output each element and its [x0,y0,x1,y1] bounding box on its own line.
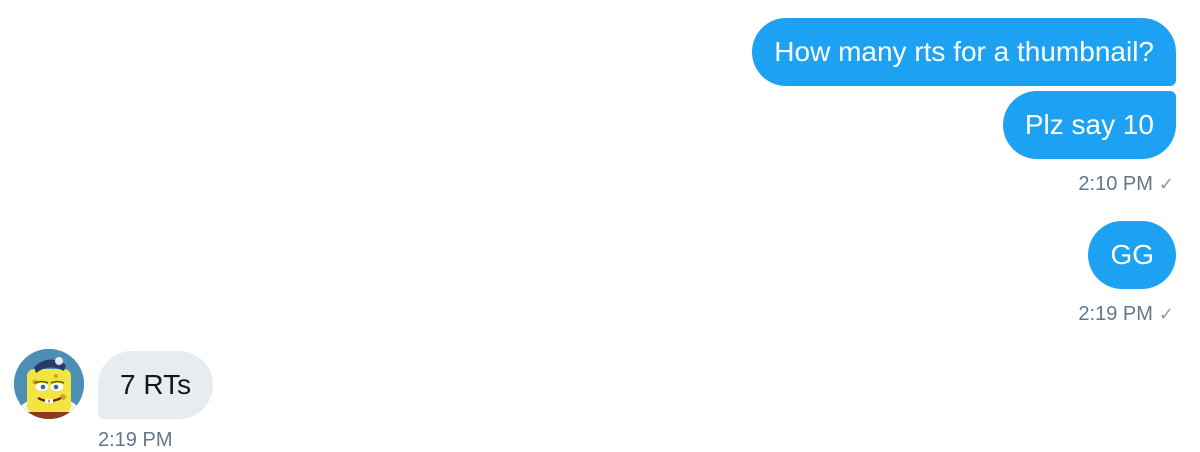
outgoing-message-bubble[interactable]: GG [1088,221,1176,289]
avatar[interactable] [14,349,84,419]
timestamp-text: 2:10 PM [1078,173,1153,195]
incoming-message-bubble[interactable]: 7 RTs [98,351,214,419]
message-timestamp: 2:19 PM ✓ [1078,302,1174,326]
timestamp-text: 2:19 PM [1078,303,1153,325]
timestamp-text: 2:19 PM [98,429,173,451]
check-icon: ✓ [1158,174,1174,194]
outgoing-message-bubble[interactable]: Plz say 10 [1002,91,1176,159]
message-timestamp: 2:19 PM [98,428,172,452]
check-icon: ✓ [1158,304,1174,324]
message-timestamp: 2:10 PM ✓ [1078,172,1174,196]
outgoing-message-bubble[interactable]: How many rts for a thumbnail? [752,18,1176,86]
avatar-image [14,349,84,419]
